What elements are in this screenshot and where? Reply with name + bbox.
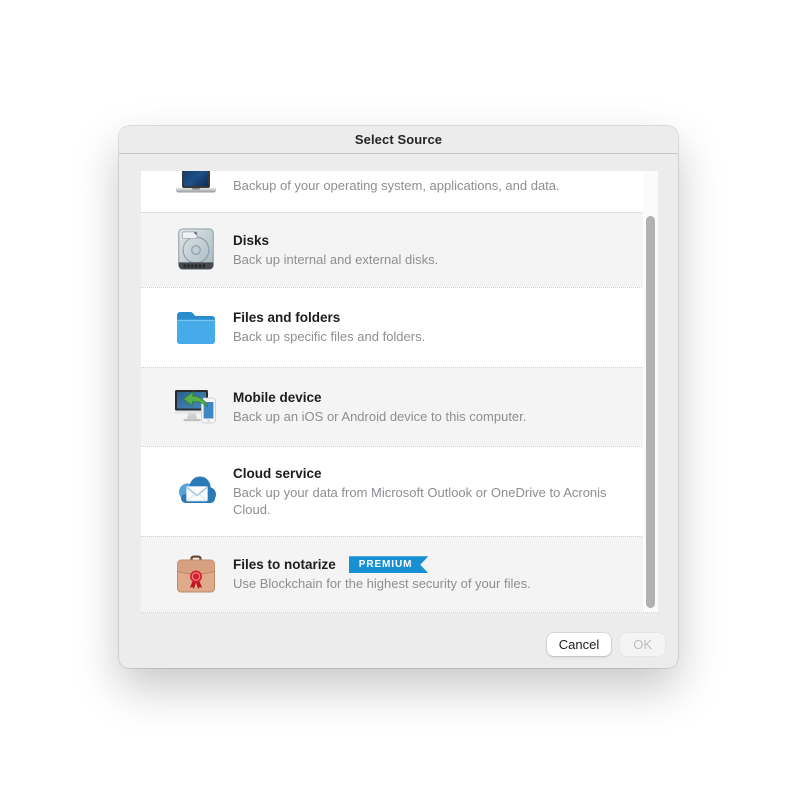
dialog-title: Select Source	[355, 132, 442, 147]
list-item-subtitle: Backup of your operating system, applica…	[233, 178, 560, 195]
list-item-entire-machine[interactable]: Backup of your operating system, applica…	[141, 171, 658, 212]
hard-disk-icon	[174, 228, 218, 272]
list-item-title: Files and folders	[233, 309, 425, 326]
list-item-subtitle: Use Blockchain for the highest security …	[233, 576, 531, 593]
list-item-subtitle: Back up your data from Microsoft Outlook…	[233, 485, 609, 518]
scrollbar-thumb[interactable]	[646, 216, 655, 608]
ok-button[interactable]: OK	[620, 633, 665, 656]
list-item-files-and-folders[interactable]: Files and folders Back up specific files…	[141, 287, 658, 367]
list-item-subtitle: Back up an iOS or Android device to this…	[233, 409, 526, 426]
list-item-subtitle: Back up internal and external disks.	[233, 252, 438, 269]
list-item-title: Disks	[233, 232, 438, 249]
premium-badge: PREMIUM	[349, 556, 429, 573]
mobile-device-icon	[174, 385, 218, 429]
list-item-title: Files to notarize PREMIUM	[233, 556, 531, 573]
dialog-titlebar: Select Source	[119, 126, 678, 154]
cloud-mail-icon	[174, 470, 218, 514]
folder-icon	[174, 306, 218, 350]
source-list: Backup of your operating system, applica…	[141, 171, 658, 613]
list-item-title: Mobile device	[233, 389, 526, 406]
briefcase-notary-icon	[174, 553, 218, 597]
list-item-cloud-service[interactable]: Cloud service Back up your data from Mic…	[141, 446, 658, 536]
cancel-button[interactable]: Cancel	[547, 633, 611, 656]
list-item-files-to-notarize[interactable]: Files to notarize PREMIUM Use Blockchain…	[141, 536, 658, 612]
list-item-disks[interactable]: Disks Back up internal and external disk…	[141, 212, 658, 287]
list-item-subtitle: Back up specific files and folders.	[233, 329, 425, 346]
laptop-icon	[174, 171, 218, 212]
select-source-dialog: Select Source	[119, 126, 678, 668]
list-item-title: Cloud service	[233, 465, 609, 482]
list-item-title-text: Files to notarize	[233, 556, 336, 573]
dialog-footer: Cancel OK	[547, 633, 665, 656]
scrollbar-track[interactable]	[643, 171, 658, 612]
list-item-mobile-device[interactable]: Mobile device Back up an iOS or Android …	[141, 367, 658, 446]
